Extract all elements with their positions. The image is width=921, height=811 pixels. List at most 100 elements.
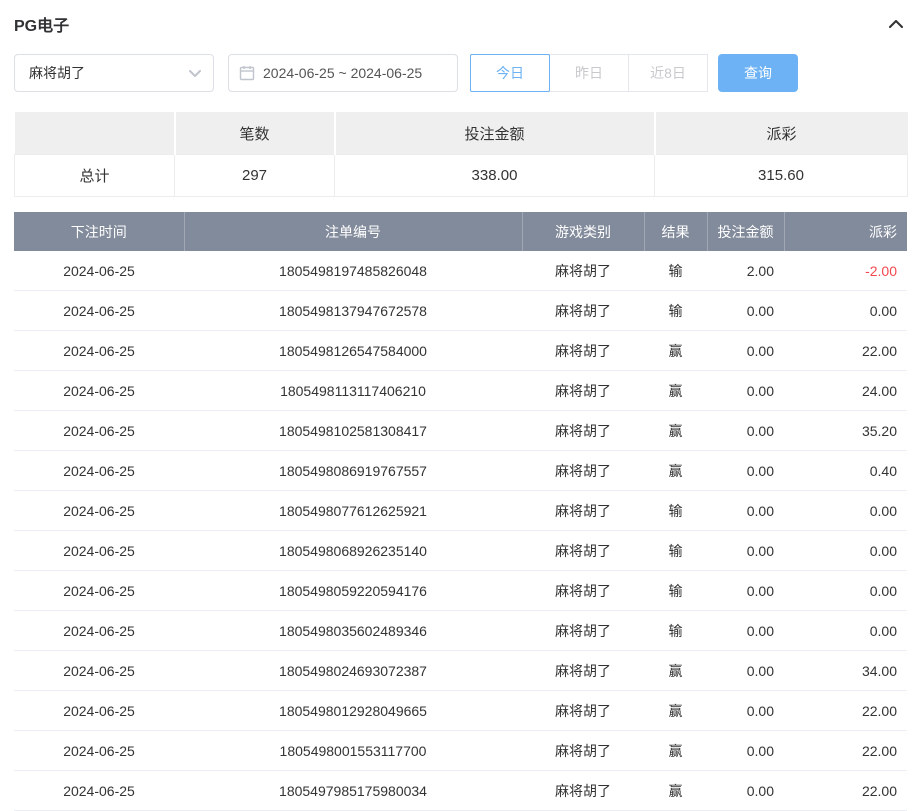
game-type: 麻将胡了 [522,771,644,811]
payout: 35.20 [784,411,907,451]
bet-id: 1805498059220594176 [184,571,522,611]
game-type: 麻将胡了 [522,331,644,371]
bet-amount: 0.00 [707,611,784,651]
summary-header-count: 笔数 [175,112,335,155]
page-title: PG电子 [14,12,69,36]
bet-id: 1805498197485826048 [184,251,522,291]
payout: 22.00 [784,731,907,771]
bet-amount: 0.00 [707,651,784,691]
search-button[interactable]: 查询 [718,54,798,92]
result: 赢 [644,411,707,451]
table-row: 2024-06-251805498035602489346麻将胡了输0.000.… [14,611,907,651]
bet-date: 2024-06-25 [14,491,184,531]
payout: 24.00 [784,371,907,411]
game-type: 麻将胡了 [522,611,644,651]
header-bet-amount: 投注金额 [707,212,784,251]
table-row: 2024-06-251805497985175980034麻将胡了赢0.0022… [14,771,907,811]
table-row: 2024-06-251805498137947672578麻将胡了输0.000.… [14,291,907,331]
summary-row-label: 总计 [15,155,175,197]
bet-date: 2024-06-25 [14,651,184,691]
header-bet-time: 下注时间 [14,212,184,251]
payout: 22.00 [784,331,907,371]
bet-date: 2024-06-25 [14,531,184,571]
bet-id: 1805498068926235140 [184,531,522,571]
bet-amount: 2.00 [707,251,784,291]
bet-date: 2024-06-25 [14,691,184,731]
bet-date: 2024-06-25 [14,611,184,651]
bet-date: 2024-06-25 [14,771,184,811]
bet-id: 1805498012928049665 [184,691,522,731]
result: 输 [644,611,707,651]
table-row: 2024-06-251805498197485826048麻将胡了输2.00-2… [14,251,907,291]
quick-button-today[interactable]: 今日 [470,54,550,92]
quick-button-last8days[interactable]: 近8日 [628,54,708,92]
bet-date: 2024-06-25 [14,291,184,331]
bet-table-body: 2024-06-251805498197485826048麻将胡了输2.00-2… [14,251,907,811]
header-bet-id: 注单编号 [184,212,522,251]
game-select[interactable]: 麻将胡了 [14,54,214,92]
game-select-value: 麻将胡了 [29,63,85,83]
bet-date: 2024-06-25 [14,571,184,611]
game-type: 麻将胡了 [522,451,644,491]
date-range-value: 2024-06-25 ~ 2024-06-25 [263,65,422,81]
summary-row: 总计 297 338.00 315.60 [15,155,908,197]
result: 赢 [644,331,707,371]
bet-date: 2024-06-25 [14,331,184,371]
bet-id: 1805498102581308417 [184,411,522,451]
result: 输 [644,291,707,331]
result: 赢 [644,451,707,491]
table-row: 2024-06-251805498001553117700麻将胡了赢0.0022… [14,731,907,771]
report-panel: PG电子 麻将胡了 2024-06-25 ~ 2024-06-25 今日 昨日 … [0,0,921,811]
bet-amount: 0.00 [707,771,784,811]
bet-amount: 0.00 [707,291,784,331]
bet-id: 1805498024693072387 [184,651,522,691]
game-type: 麻将胡了 [522,691,644,731]
result: 输 [644,571,707,611]
result: 赢 [644,731,707,771]
date-range-picker[interactable]: 2024-06-25 ~ 2024-06-25 [228,54,458,92]
header-result: 结果 [644,212,707,251]
header-payout: 派彩 [784,212,907,251]
bet-id: 1805498077612625921 [184,491,522,531]
bet-amount: 0.00 [707,451,784,491]
payout: 0.00 [784,571,907,611]
game-type: 麻将胡了 [522,531,644,571]
bet-id: 1805498086919767557 [184,451,522,491]
payout: 0.00 [784,611,907,651]
game-type: 麻将胡了 [522,411,644,451]
table-row: 2024-06-251805498024693072387麻将胡了赢0.0034… [14,651,907,691]
panel-header: PG电子 [14,0,907,48]
quick-range-group: 今日 昨日 近8日 [470,54,708,92]
bet-amount: 0.00 [707,691,784,731]
payout: -2.00 [784,251,907,291]
bet-amount: 0.00 [707,371,784,411]
bet-date: 2024-06-25 [14,731,184,771]
table-row: 2024-06-251805498012928049665麻将胡了赢0.0022… [14,691,907,731]
payout: 0.40 [784,451,907,491]
game-type: 麻将胡了 [522,491,644,531]
table-row: 2024-06-251805498102581308417麻将胡了赢0.0035… [14,411,907,451]
bet-id: 1805498113117406210 [184,371,522,411]
result: 赢 [644,771,707,811]
table-row: 2024-06-251805498086919767557麻将胡了赢0.000.… [14,451,907,491]
payout: 0.00 [784,491,907,531]
result: 赢 [644,691,707,731]
table-row: 2024-06-251805498113117406210麻将胡了赢0.0024… [14,371,907,411]
payout: 22.00 [784,691,907,731]
bet-amount: 0.00 [707,331,784,371]
summary-payout: 315.60 [655,155,908,197]
game-type: 麻将胡了 [522,651,644,691]
table-row: 2024-06-251805498068926235140麻将胡了输0.000.… [14,531,907,571]
chevron-up-icon[interactable] [885,13,907,35]
quick-button-yesterday[interactable]: 昨日 [549,54,629,92]
bet-amount: 0.00 [707,491,784,531]
bets-table: 下注时间 注单编号 游戏类别 结果 投注金额 派彩 2024-06-251805… [14,212,907,811]
payout: 0.00 [784,531,907,571]
bet-id: 1805497985175980034 [184,771,522,811]
header-game-type: 游戏类别 [522,212,644,251]
bet-date: 2024-06-25 [14,411,184,451]
bet-amount: 0.00 [707,411,784,451]
summary-bet-amount: 338.00 [335,155,655,197]
result: 赢 [644,371,707,411]
payout: 0.00 [784,291,907,331]
